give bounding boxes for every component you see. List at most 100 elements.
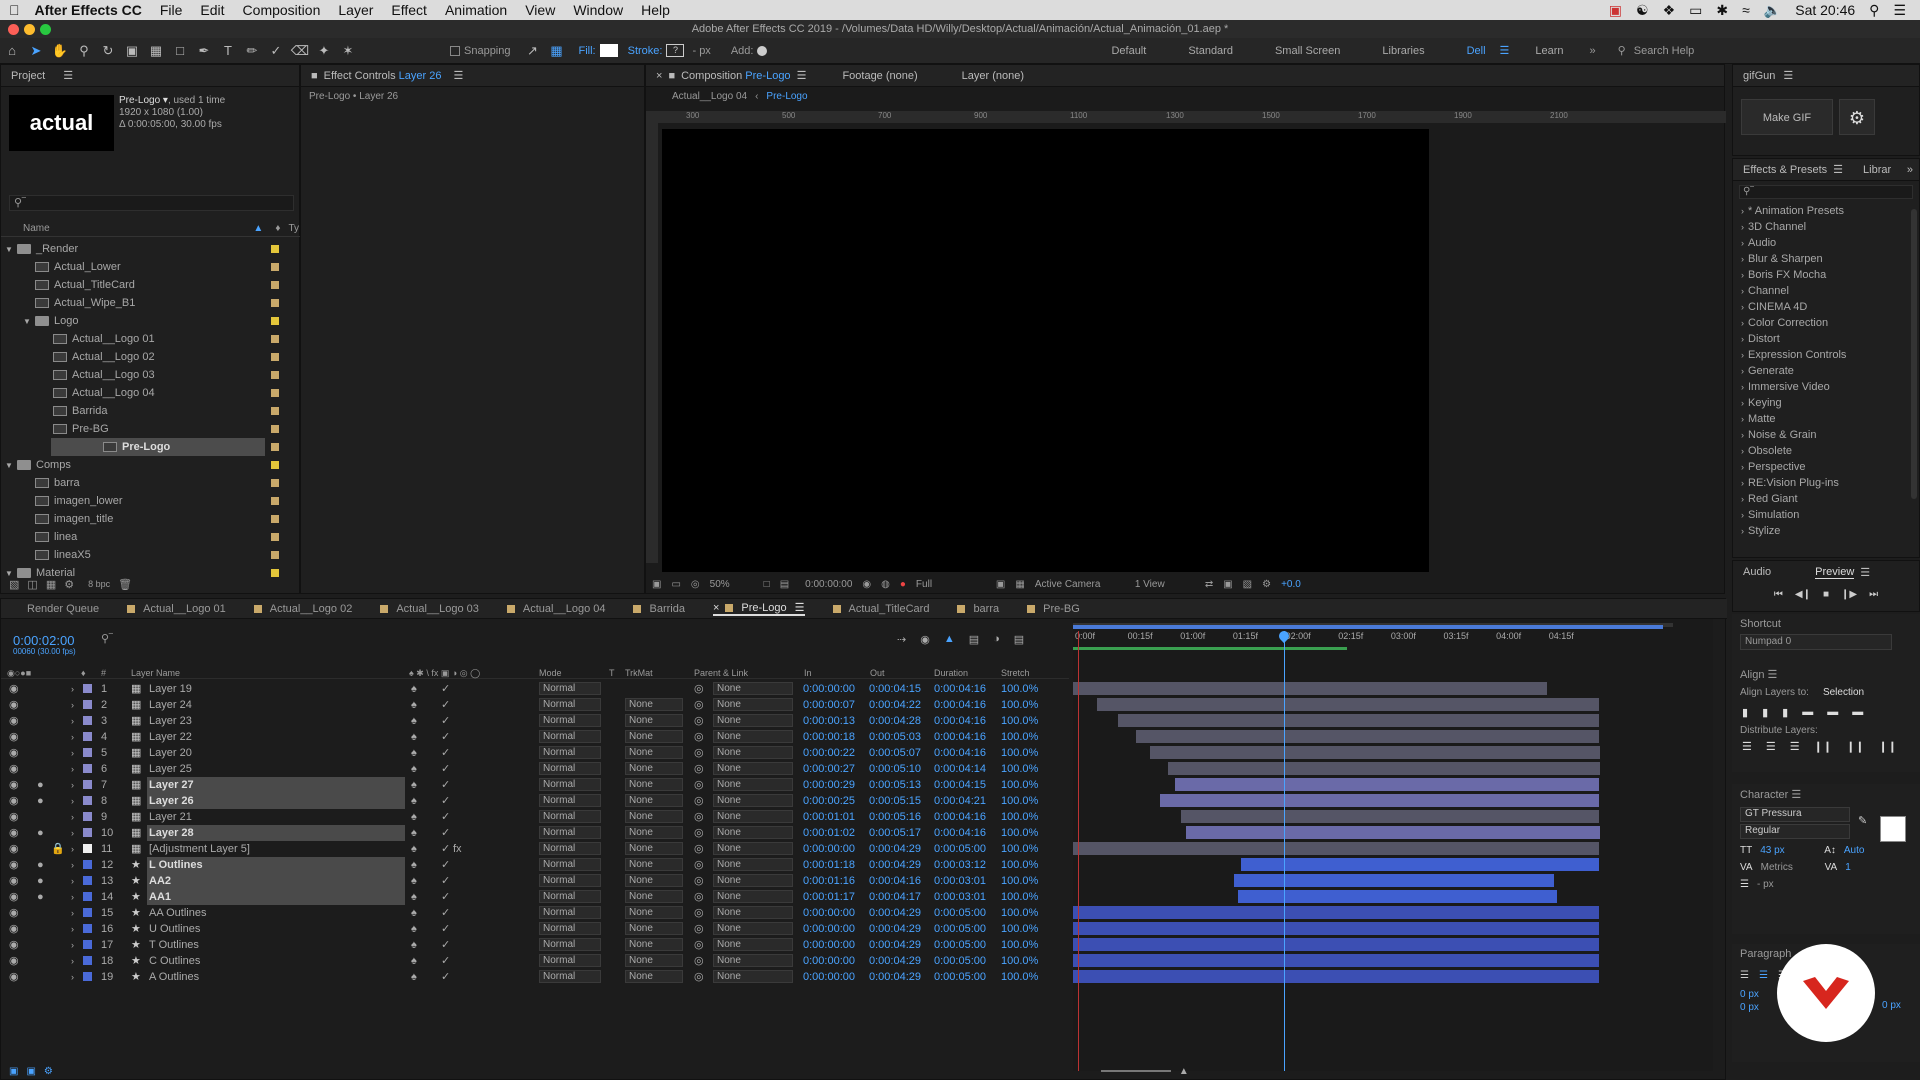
pickwhip-icon[interactable]: ◎ [694,921,704,937]
stroke-width[interactable]: - px [692,45,710,57]
expand-arrow-icon[interactable]: › [71,793,74,809]
effects-category[interactable]: › 3D Channel [1733,219,1919,235]
expand-arrow-icon[interactable]: › [71,921,74,937]
layer-duration-bar[interactable] [1238,890,1557,903]
project-item[interactable]: lineaX5 [1,546,301,564]
video-visibility-icon[interactable]: ◉ [9,905,19,921]
motion-blur-icon[interactable]: ◑ [993,633,1000,646]
next-frame-icon[interactable]: ❙▶ [1841,589,1857,600]
video-visibility-icon[interactable]: ◉ [9,921,19,937]
layer-label-swatch[interactable] [83,796,92,805]
out-point[interactable]: 0:00:05:17 [869,825,921,841]
expand-arrow-icon[interactable]: › [71,841,74,857]
quality-switch-icon[interactable]: ✓ [441,697,450,713]
video-visibility-icon[interactable]: ◉ [9,825,19,841]
project-item[interactable]: imagen_title [1,510,301,528]
duration-value[interactable]: 0:00:05:00 [934,937,986,953]
blend-mode-dropdown[interactable]: Normal [539,842,601,855]
more-workspaces-icon[interactable]: » [1590,45,1596,57]
stretch-value[interactable]: 100.0% [1001,681,1038,697]
show-snapshot-icon[interactable]: ◍ [881,579,890,590]
project-item[interactable]: ▼ Comps [1,456,301,474]
layer-duration-bar[interactable] [1181,810,1599,823]
layer-label-swatch[interactable] [83,908,92,917]
effects-category[interactable]: › Matte [1733,411,1919,427]
layer-row[interactable]: ◉ › 6 ▦ Layer 25 ♠ ✓ Normal None ◎ None 0:00:00:27 0… [1,761,1069,777]
quality-switch-icon[interactable]: ✓ [441,873,450,889]
parent-dropdown[interactable]: None [713,778,793,791]
align-text-center-icon[interactable]: ☰ [1759,970,1768,981]
layer-duration-bar[interactable] [1241,858,1599,871]
shy-switch-icon[interactable]: ♠ [411,713,417,729]
parent-dropdown[interactable]: None [713,858,793,871]
blend-mode-dropdown[interactable]: Normal [539,922,601,935]
project-search-input[interactable]: ⚲‾ [9,195,294,211]
expand-arrow-icon[interactable]: › [71,809,74,825]
disclosure-arrow-icon[interactable]: ▼ [23,317,31,326]
shortcut-dropdown[interactable]: Numpad 0 [1740,634,1892,650]
in-point[interactable]: 0:00:00:07 [803,697,855,713]
layer-label-swatch[interactable] [83,876,92,885]
shy-switch-icon[interactable]: ♠ [411,793,417,809]
project-item[interactable]: Actual__Logo 02 [1,348,301,366]
in-point[interactable]: 0:00:00:00 [803,841,855,857]
views-dropdown[interactable]: 1 View [1135,579,1195,590]
type-tool-icon[interactable]: T [216,40,240,62]
footage-tab[interactable]: Footage (none) [842,70,917,82]
stretch-value[interactable]: 100.0% [1001,729,1038,745]
parent-dropdown[interactable]: None [713,842,793,855]
exposure-value[interactable]: +0.0 [1281,579,1301,590]
track-matte-dropdown[interactable]: None [625,922,683,935]
effects-category[interactable]: › Simulation [1733,507,1919,523]
stretch-value[interactable]: 100.0% [1001,713,1038,729]
menubar-clock[interactable]: Sat 20:46 [1795,2,1855,18]
home-icon[interactable]: ⌂ [0,40,24,62]
add-icon[interactable] [757,45,768,56]
label-color-swatch[interactable] [271,443,279,451]
align-to-dropdown[interactable]: Selection [1823,687,1864,698]
shy-switch-icon[interactable]: ♠ [411,681,417,697]
timeline-tab[interactable]: Actual__Logo 02 [253,603,352,615]
layer-duration-bar[interactable] [1175,778,1599,791]
playhead[interactable] [1284,631,1285,1071]
effect-controls-tab[interactable]: Effect Controls Layer 26 [324,70,442,82]
layer-row[interactable]: ◉ ● › 14 ★ AA1 ♠ ✓ Normal None ◎ None 0:00:01:17 0:00… [1,889,1069,905]
in-point[interactable]: 0:00:01:02 [803,825,855,841]
label-color-swatch[interactable] [271,551,279,559]
layer-row[interactable]: ◉ ● › 8 ▦ Layer 26 ♠ ✓ Normal None ◎ None 0:00:00:25… [1,793,1069,809]
kerning-value[interactable]: Metrics [1761,862,1807,873]
time-ruler[interactable]: 0:00f 00:15f 01:00f 01:15f 02:00f 02:15f 03:00… [1073,629,1713,645]
duration-value[interactable]: 0:00:04:15 [934,777,986,793]
parent-dropdown[interactable]: None [713,938,793,951]
layer-name[interactable]: AA2 [147,873,405,889]
dist-right-icon[interactable]: ❙❙ [1879,740,1897,753]
blend-mode-dropdown[interactable]: Normal [539,826,601,839]
project-item[interactable]: Actual_Lower [1,258,301,276]
gifgun-tab[interactable]: gifGun [1743,70,1775,82]
duration-value[interactable]: 0:00:04:16 [934,745,986,761]
tab-close-icon[interactable]: × [713,602,719,614]
quality-switch-icon[interactable]: ✓ [441,969,450,985]
resolution-dropdown[interactable]: Full [916,579,986,590]
blend-mode-dropdown[interactable]: Normal [539,858,601,871]
graph-editor-icon[interactable]: ▤ [1014,633,1024,646]
out-point[interactable]: 0:00:04:29 [869,841,921,857]
out-point[interactable]: 0:00:04:22 [869,697,921,713]
new-comp-icon[interactable]: ▦ [46,578,56,591]
shy-switch-icon[interactable]: ♠ [411,873,417,889]
notification-icon[interactable]: ☰ [1893,2,1906,19]
airplay-icon[interactable]: ▭ [1689,2,1702,19]
stop-icon[interactable]: ■ [1823,589,1829,600]
duration-value[interactable]: 0:00:05:00 [934,905,986,921]
layer-duration-bar[interactable] [1073,954,1599,967]
pen-tool-icon[interactable]: ✒ [192,40,216,62]
fill-swatch[interactable] [599,44,618,57]
layer-label-swatch[interactable] [83,860,92,869]
bit-depth-label[interactable]: 8 bpc [88,579,110,589]
align-hcenter-icon[interactable]: ▮ [1762,706,1768,719]
parent-dropdown[interactable]: None [713,970,793,983]
workspace-menu-icon[interactable]: ☰ [1500,44,1510,57]
layer-row[interactable]: ◉ › 16 ★ U Outlines ♠ ✓ Normal None ◎ None 0:00:00:… [1,921,1069,937]
roto-tool-icon[interactable]: ✦ [312,40,336,62]
blend-mode-dropdown[interactable]: Normal [539,794,601,807]
